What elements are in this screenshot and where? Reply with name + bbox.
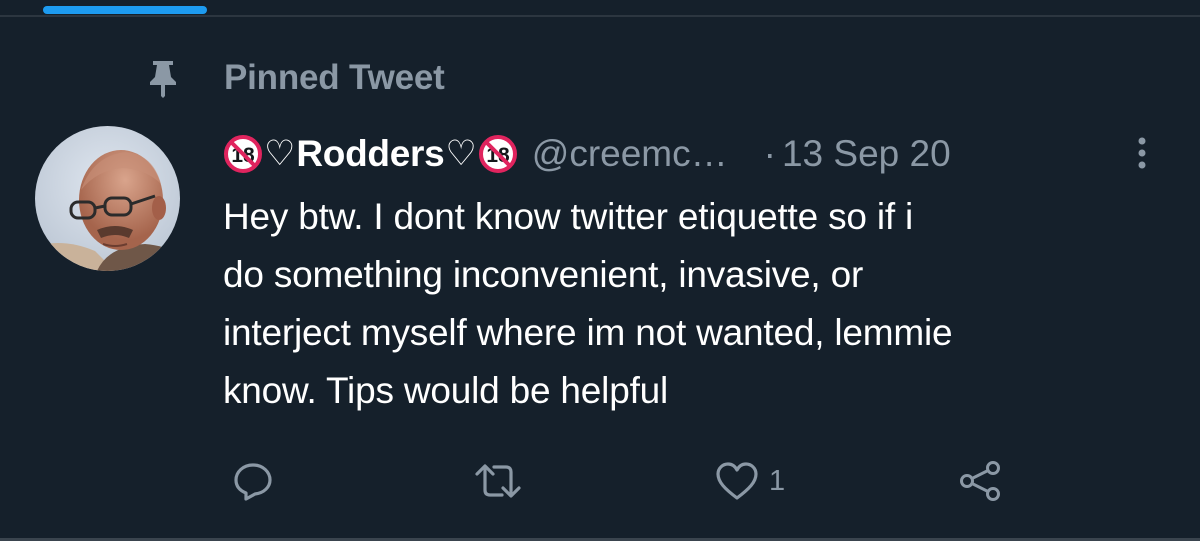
avatar[interactable] xyxy=(35,126,180,271)
like-button[interactable]: 1 xyxy=(715,456,785,506)
reply-button[interactable] xyxy=(232,456,274,506)
like-count: 1 xyxy=(769,464,786,497)
tweet-text-line: do something inconvenient, invasive, or xyxy=(223,254,864,295)
no-under-18-icon: 18 xyxy=(223,134,263,174)
heart-glyph-right: ♡ xyxy=(445,134,477,173)
tweet-text-line: know. Tips would be helpful xyxy=(223,370,669,411)
heart-glyph-left: ♡ xyxy=(264,134,296,173)
retweet-icon xyxy=(474,460,522,502)
tweet-text: Hey btw. I dont know twitter etiquette s… xyxy=(223,188,1183,420)
no-under-18-icon: 18 xyxy=(478,134,518,174)
top-divider xyxy=(0,15,1200,17)
pinned-tweet-label: Pinned Tweet xyxy=(224,58,445,97)
user-handle[interactable]: @creemc… xyxy=(532,133,728,175)
reply-icon xyxy=(232,460,274,502)
heart-icon xyxy=(715,460,759,502)
display-name[interactable]: Rodders xyxy=(296,133,444,175)
tweet-timestamp[interactable]: 13 Sep 20 xyxy=(782,133,951,175)
separator-dot: · xyxy=(763,133,776,174)
tweet-header: 18 ♡ Rodders ♡ 18 @creemc… · 13 Sep 20 xyxy=(223,126,1173,182)
more-vertical-icon[interactable] xyxy=(1130,128,1154,178)
tweet-text-line: interject myself where im not wanted, le… xyxy=(223,312,953,353)
share-icon xyxy=(958,459,1002,503)
pin-icon xyxy=(148,58,178,98)
tweet-text-line: Hey btw. I dont know twitter etiquette s… xyxy=(223,196,914,237)
retweet-button[interactable] xyxy=(474,456,522,506)
tab-active-indicator xyxy=(43,6,207,14)
share-button[interactable] xyxy=(958,456,1002,506)
tweet-actions: 1 xyxy=(0,456,1200,506)
pinned-tweet-header: Pinned Tweet xyxy=(148,56,445,100)
